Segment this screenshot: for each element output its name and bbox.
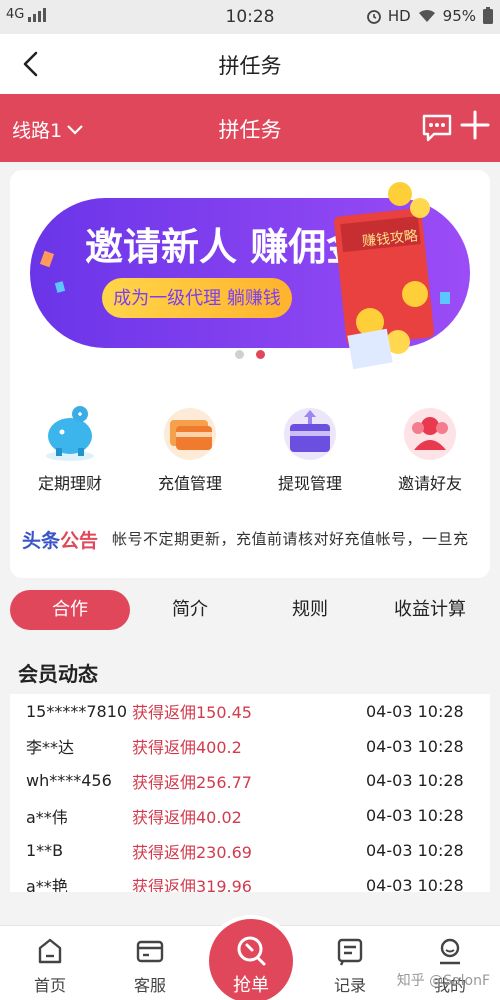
member-reward: 获得返佣230.69 (132, 842, 252, 862)
menu-item-recharge[interactable]: 充值管理 (130, 400, 250, 510)
announcement-tag-headline: 头条 (22, 530, 61, 552)
menu-label: 提现管理 (277, 474, 342, 493)
member-time: 04-03 10:28 (366, 701, 464, 721)
member-name: a**伟 (26, 807, 68, 827)
member-name: 李**达 (26, 738, 75, 758)
message-icon[interactable] (420, 110, 454, 144)
menu-label: 定期理财 (37, 474, 102, 493)
member-reward: 获得返佣319.96 (132, 877, 252, 892)
search-order-icon (237, 936, 266, 966)
tab-records[interactable]: 记录 (310, 936, 390, 996)
content-tabs: 合作 简介 规则 收益计算 (10, 590, 490, 632)
pagination-dot[interactable] (235, 350, 244, 359)
tab-cooperation[interactable]: 合作 (10, 590, 130, 630)
menu-item-withdraw[interactable]: 提现管理 (250, 400, 370, 510)
list-item: 1**B 获得返佣230.69 04-03 10:28 (10, 833, 490, 868)
home-icon (38, 938, 62, 964)
route-label: 线路1 (12, 120, 63, 142)
grab-order-label: 抢单 (233, 975, 269, 996)
announcement-tag: 头条公告 (22, 526, 98, 553)
member-time: 04-03 10:28 (366, 841, 464, 861)
banner-headline: 邀请新人 赚佣金 (85, 225, 365, 269)
service-card-icon (136, 940, 164, 963)
watermark: 知乎 @SalonF (396, 973, 490, 989)
banner-subline: 成为一级代理 躺赚钱 (113, 288, 281, 309)
add-icon[interactable] (458, 108, 492, 142)
piggy-bank-icon (46, 406, 94, 461)
list-item: a**艳 获得返佣319.96 04-03 10:28 (10, 868, 490, 892)
announcement-text: 帐号不定期更新，充值前请核对好充值帐号，一旦充 (112, 530, 469, 548)
tab-label: 首页 (33, 976, 66, 995)
tab-customer-service[interactable]: 客服 (110, 936, 190, 996)
tab-home[interactable]: 首页 (10, 936, 90, 996)
member-time: 04-03 10:28 (366, 875, 464, 892)
battery-icon (483, 7, 493, 24)
tab-earnings-calc[interactable]: 收益计算 (370, 590, 490, 630)
withdraw-icon (284, 408, 336, 460)
announcement-bar[interactable]: 头条公告 帐号不定期更新，充值前请核对好充值帐号，一旦充 (20, 524, 490, 556)
chevron-down-icon (67, 124, 83, 135)
member-name: 1**B (26, 841, 64, 861)
member-reward: 获得返佣40.02 (132, 807, 242, 827)
title-bar: 拼任务 (0, 34, 500, 94)
route-selector[interactable]: 线路1 (12, 116, 84, 143)
member-name: 15*****7810 (26, 701, 128, 721)
wifi-icon (418, 9, 435, 22)
menu-label: 充值管理 (157, 474, 222, 493)
tab-label: 记录 (333, 976, 366, 995)
member-name: wh****456 (26, 771, 112, 791)
member-activity-list: 15*****7810 获得返佣150.45 04-03 10:28 李**达 … (10, 694, 490, 892)
member-time: 04-03 10:28 (366, 806, 464, 826)
list-item: 15*****7810 获得返佣150.45 04-03 10:28 (10, 694, 490, 729)
card-icon (164, 408, 216, 460)
list-item: wh****456 获得返佣256.77 04-03 10:28 (10, 764, 490, 799)
status-bar: 4G 10:28 HD 95% (0, 0, 500, 34)
member-reward: 获得返佣256.77 (132, 772, 252, 792)
page-title: 拼任务 (218, 54, 282, 78)
tab-rules[interactable]: 规则 (250, 590, 370, 630)
records-icon (337, 938, 363, 966)
member-name: a**艳 (26, 877, 68, 892)
menu-item-invite[interactable]: 邀请好友 (370, 400, 490, 510)
member-time: 04-03 10:28 (366, 736, 464, 756)
list-item: 李**达 获得返佣400.2 04-03 10:28 (10, 729, 490, 764)
function-menu: 定期理财 充值管理 提现管理 邀请好友 (10, 400, 490, 510)
grab-order-button[interactable]: 抢单 (205, 915, 297, 1000)
member-time: 04-03 10:28 (366, 771, 464, 791)
member-reward: 获得返佣400.2 (132, 738, 242, 758)
tab-label: 客服 (133, 976, 166, 995)
friends-icon (404, 408, 456, 460)
pagination-dot-active[interactable] (256, 350, 265, 359)
battery-percent: 95% (442, 7, 476, 25)
menu-item-savings[interactable]: 定期理财 (10, 400, 130, 510)
section-title: 会员动态 (18, 662, 98, 686)
banner-pagination (0, 350, 500, 359)
list-item: a**伟 获得返佣40.02 04-03 10:28 (10, 798, 490, 833)
member-reward: 获得返佣150.45 (132, 703, 252, 723)
status-right: HD 95% (366, 7, 494, 25)
menu-label: 邀请好友 (397, 474, 462, 493)
tab-intro[interactable]: 简介 (130, 590, 250, 630)
announcement-tag-notice: 公告 (60, 530, 99, 552)
route-bar: 线路1 拼任务 (0, 94, 500, 162)
hd-indicator: HD (387, 7, 411, 25)
alarm-icon (366, 10, 381, 24)
profile-icon (440, 938, 460, 965)
